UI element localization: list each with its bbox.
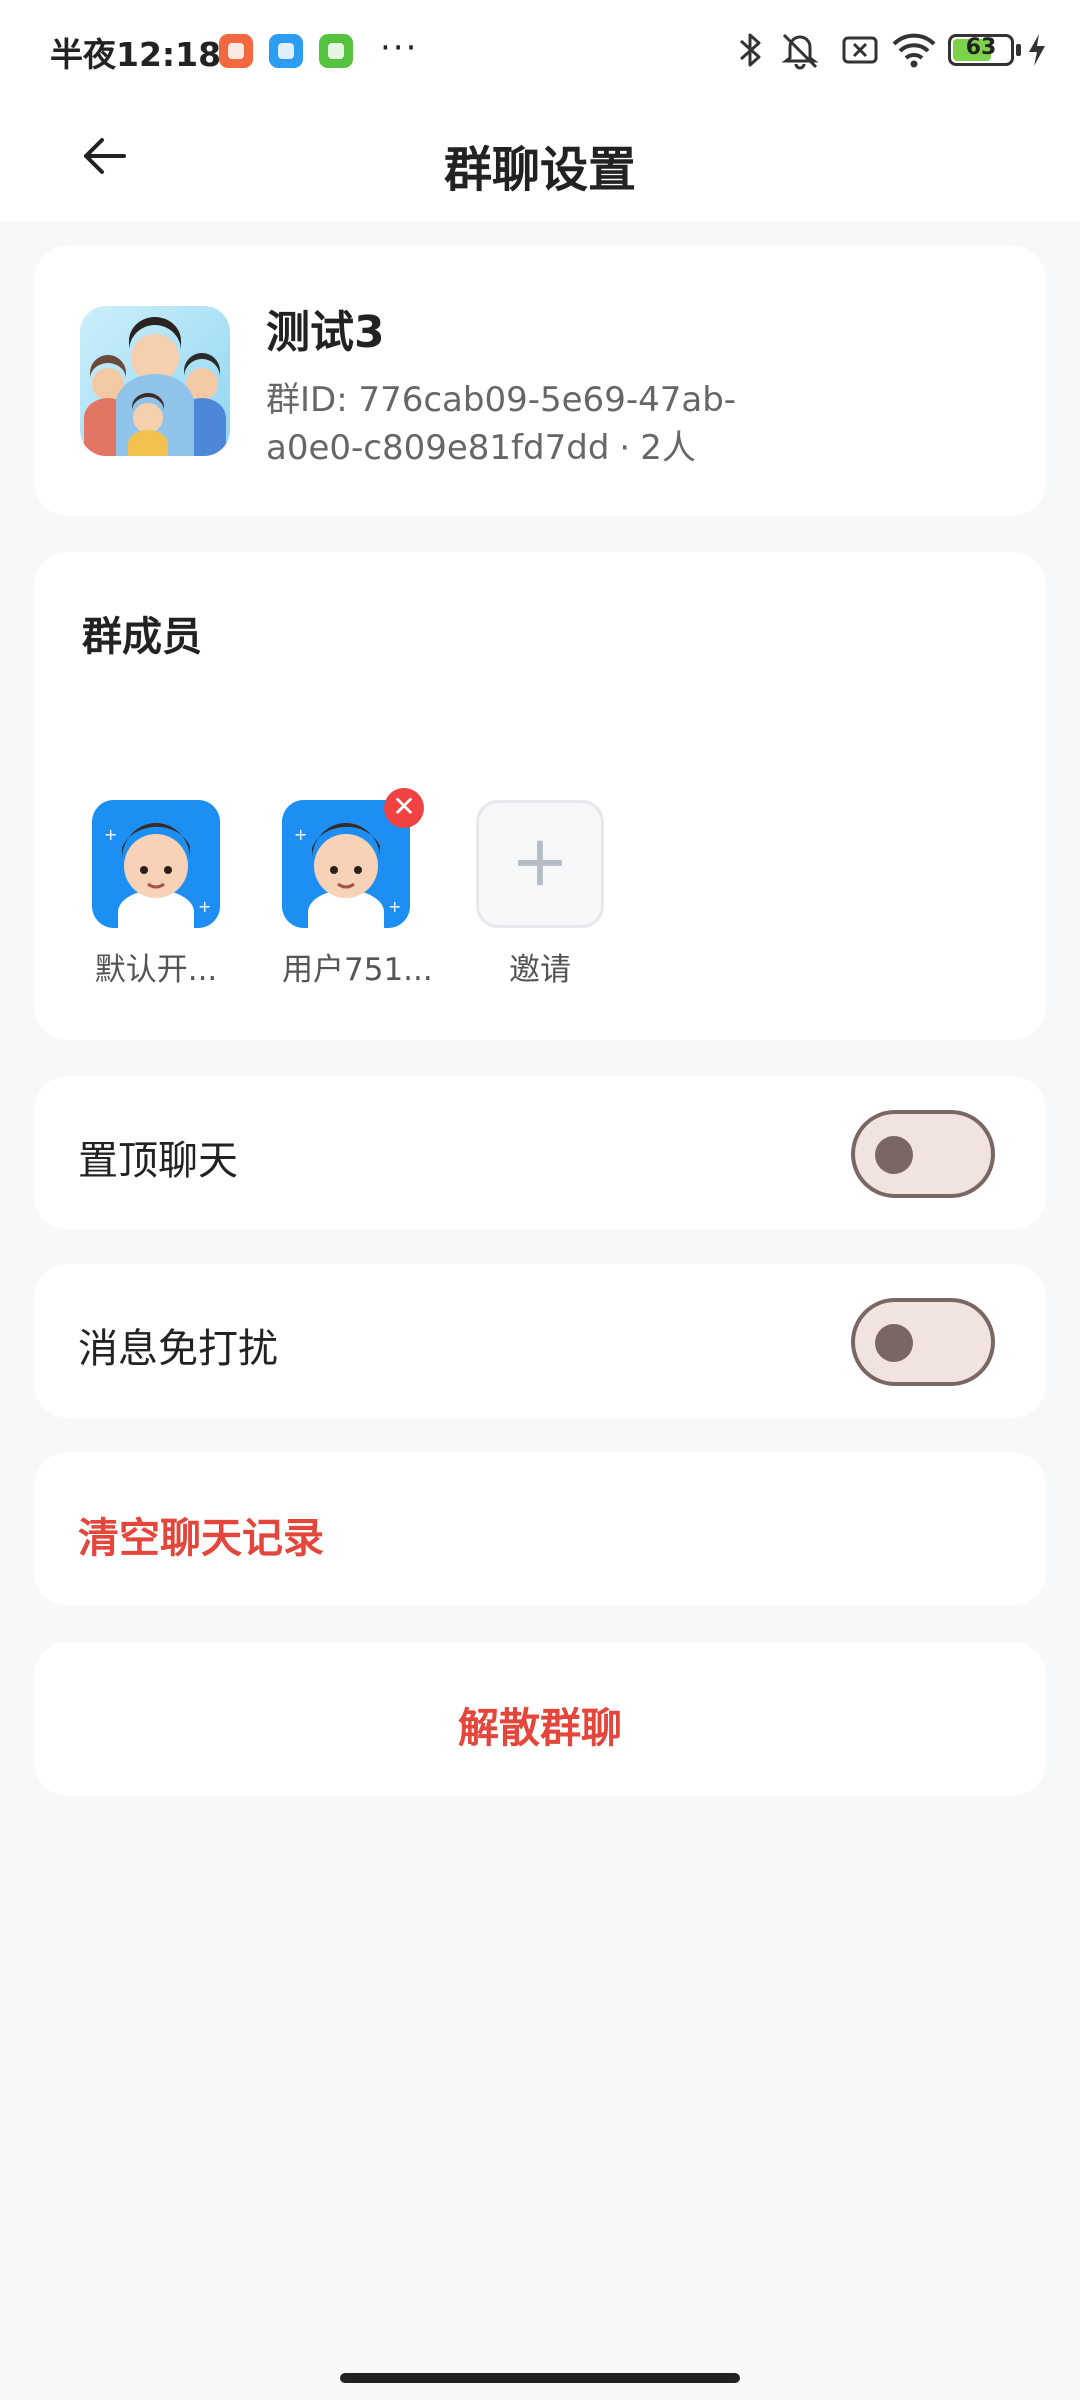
header-bar: 群聊设置 — [0, 100, 1080, 222]
battery-level-text: 63 — [965, 35, 997, 60]
invite-box: + — [476, 800, 604, 928]
group-id-text: 群ID: 776cab09-5e69-47ab-a0e0-c809e81fd7d… — [266, 376, 826, 472]
dissolve-group-label: 解散群聊 — [458, 1704, 622, 1752]
group-avatar — [80, 306, 230, 456]
svg-text:+: + — [104, 825, 117, 844]
muted-bell-icon — [778, 30, 822, 74]
pin-chat-label: 置顶聊天 — [78, 1138, 238, 1184]
members-section-title: 群成员 — [82, 614, 202, 660]
battery-tip — [1016, 44, 1021, 56]
mute-notifications-label: 消息免打扰 — [78, 1326, 278, 1372]
group-members-card: 群成员 + + 默认开... + + 用户751... ✕ + 邀请 — [34, 552, 1046, 1040]
pin-chat-toggle[interactable] — [851, 1110, 995, 1198]
charging-icon — [1026, 32, 1048, 72]
battery-icon: 63 — [948, 34, 1014, 66]
clear-chat-history-button[interactable]: 清空聊天记录 — [34, 1452, 1046, 1606]
pin-chat-row: 置顶聊天 — [34, 1076, 1046, 1230]
mute-notifications-row: 消息免打扰 — [34, 1264, 1046, 1418]
member-name: 用户751... — [282, 952, 433, 988]
more-notifications-icon: ··· — [380, 28, 419, 68]
remove-member-icon[interactable]: ✕ — [384, 788, 424, 828]
toggle-knob — [875, 1136, 913, 1174]
toggle-knob — [875, 1324, 913, 1362]
member-item[interactable]: + + 默认开... — [92, 800, 220, 989]
page-title: 群聊设置 — [443, 142, 636, 198]
invite-member-button[interactable]: + 邀请 — [476, 800, 604, 989]
sim-off-icon — [840, 30, 880, 74]
wifi-icon — [890, 30, 938, 74]
member-item[interactable]: + + 用户751... — [282, 800, 433, 989]
separator-dot: · — [619, 428, 631, 468]
bluetooth-icon — [738, 30, 764, 79]
plus-icon: + — [510, 820, 570, 902]
svg-text:+: + — [388, 897, 401, 916]
app-notification-icon — [319, 34, 353, 68]
member-name: 默认开... — [94, 952, 218, 988]
group-info-card[interactable]: 测试3 群ID: 776cab09-5e69-47ab-a0e0-c809e81… — [34, 246, 1046, 516]
mute-notifications-toggle[interactable] — [851, 1298, 995, 1386]
member-avatar: + + — [92, 800, 220, 928]
group-name: 测试3 — [266, 307, 385, 358]
invite-label: 邀请 — [509, 952, 571, 988]
dissolve-group-button[interactable]: 解散群聊 — [34, 1642, 1046, 1796]
home-indicator[interactable] — [340, 2373, 740, 2383]
svg-text:+: + — [198, 897, 211, 916]
status-bar: 半夜12:18 ··· 63 — [0, 0, 1080, 100]
status-time: 半夜12:18 — [50, 35, 222, 74]
app-notification-icon — [219, 34, 253, 68]
member-count: 2人 — [640, 428, 696, 468]
svg-text:+: + — [294, 825, 307, 844]
app-notification-icon — [269, 34, 303, 68]
clear-chat-history-label: 清空聊天记录 — [78, 1514, 324, 1562]
